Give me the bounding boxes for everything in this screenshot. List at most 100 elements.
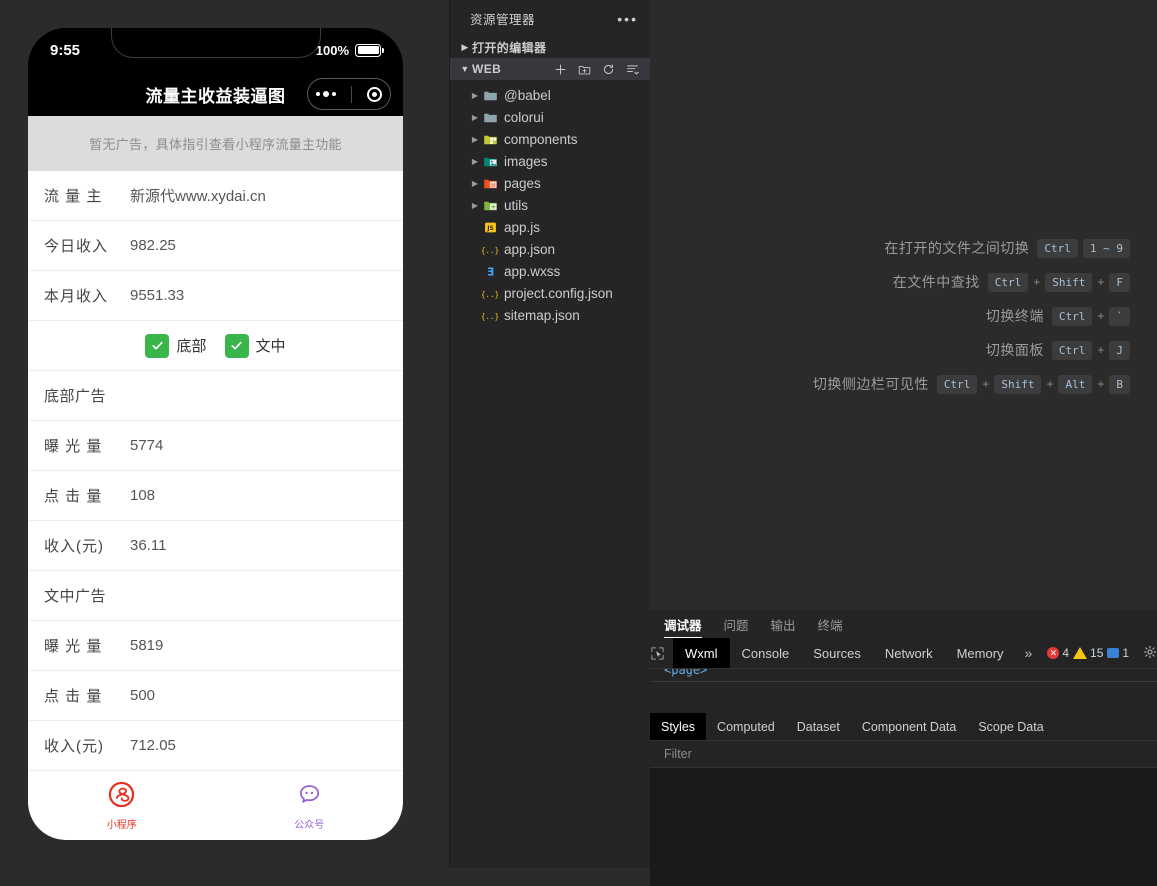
styles-tab-styles[interactable]: Styles [650, 713, 707, 740]
tab-terminal[interactable]: 终端 [818, 610, 843, 638]
tabbar-item-official-account[interactable]: 公众号 [216, 781, 404, 831]
wxml-root-node[interactable]: <page> [664, 669, 707, 677]
tab-output[interactable]: 输出 [771, 610, 796, 638]
tree-item-label: components [504, 131, 578, 147]
key-separator: + [1097, 343, 1105, 357]
status-badge-warnings[interactable]: 15 [1073, 646, 1103, 660]
collapse-all-icon[interactable] [626, 63, 639, 76]
ellipsis-icon[interactable]: ••• [617, 11, 638, 27]
table-row: 点 击 量 108 [28, 471, 403, 521]
wxml-tree-pane[interactable]: <page> [650, 669, 1157, 713]
chevron-right-icon: ▶ [471, 134, 479, 144]
shortcut-keys: Ctrl + Shift + F [987, 272, 1130, 292]
target-circle-icon[interactable] [367, 86, 383, 102]
inspect-element-icon[interactable] [650, 638, 665, 668]
tabbar-item-mini-program[interactable]: 小程序 [28, 781, 216, 831]
tree-item-sitemap-json[interactable]: {..} sitemap.json [450, 304, 650, 326]
more-dots-icon[interactable] [315, 91, 336, 97]
status-badge-messages[interactable]: 1 [1107, 646, 1129, 660]
shortcut-label: 在文件中查找 [892, 274, 980, 290]
styles-tab-dataset[interactable]: Dataset [786, 713, 851, 740]
tree-item-app-json[interactable]: {..} app.json [450, 238, 650, 260]
chevron-double-right-icon[interactable]: » [1016, 645, 1042, 661]
tree-item-project-config-json[interactable]: {..} project.config.json [450, 282, 650, 304]
tree-item-label: app.wxss [504, 263, 561, 279]
tree-item-babel[interactable]: ▶ @babel [450, 84, 650, 106]
row-value: 新源代www.xydai.cn [130, 188, 266, 205]
capsule-button[interactable] [307, 78, 391, 110]
official-account-icon [296, 781, 323, 813]
css-file-icon: Ǝ [482, 264, 498, 279]
tree-item-label: @babel [504, 87, 551, 103]
shortcut-keys: Ctrl + J [1051, 340, 1130, 360]
tab-debugger[interactable]: 调试器 [664, 610, 702, 638]
filter-placeholder-label: Filter [664, 747, 692, 761]
row-label: 收入(元) [44, 538, 104, 555]
table-row: 流 量 主 新源代www.xydai.cn [28, 171, 403, 221]
chevron-right-icon: ▶ [471, 156, 479, 166]
devtools-tab-memory[interactable]: Memory [945, 638, 1016, 668]
styles-content-area [650, 768, 1157, 886]
table-row: 收入(元) 36.11 [28, 521, 403, 571]
row-value: 5819 [130, 637, 164, 654]
tree-item-app-wxss[interactable]: Ǝ app.wxss [450, 260, 650, 282]
section-open-editors[interactable]: ▶ 打开的编辑器 [450, 36, 650, 58]
shortcut-label: 切换终端 [985, 308, 1044, 324]
checkbox-bottom-ad[interactable]: 底部 [145, 333, 207, 358]
key-separator: + [982, 377, 990, 391]
status-badge-errors[interactable]: ✕ 4 [1047, 646, 1069, 660]
new-folder-icon[interactable] [578, 63, 591, 76]
gear-icon[interactable] [1143, 645, 1157, 662]
json-file-icon: {..} [482, 308, 498, 323]
section-project-web[interactable]: ▼ WEB [450, 58, 650, 80]
new-file-icon[interactable] [554, 63, 567, 76]
refresh-icon[interactable] [602, 63, 615, 76]
svg-text:JS: JS [486, 225, 493, 231]
devtools-tab-console[interactable]: Console [730, 638, 802, 668]
devtools-tab-bar: Wxml Console Sources Network Memory » ✕ … [650, 638, 1157, 669]
key-separator: + [1097, 309, 1105, 323]
row-label: 点 击 量 [44, 688, 103, 705]
table-row: 本月收入 9551.33 [28, 271, 403, 321]
section-header-inline-ad: 文中广告 [28, 571, 403, 621]
tree-item-colorui[interactable]: ▶ colorui [450, 106, 650, 128]
styles-tab-computed[interactable]: Computed [706, 713, 786, 740]
devtools-tab-sources[interactable]: Sources [801, 638, 873, 668]
shortcut-toggle-panel: 切换面板 Ctrl + J [650, 340, 1130, 360]
tree-item-label: utils [504, 197, 529, 213]
styles-tab-bar: Styles Computed Dataset Component Data S… [650, 713, 1157, 741]
tree-item-utils[interactable]: ▶ utils [450, 194, 650, 216]
key-cap: Shift [1045, 272, 1093, 292]
app-window: 9:55 100% 流量主收益装逼图 暂无广告，具体指引查看小程序流量主功能 流… [0, 0, 1157, 886]
devtools-tab-wxml[interactable]: Wxml [673, 638, 730, 668]
tree-item-images[interactable]: ▶ images [450, 150, 650, 172]
row-value: 5774 [130, 437, 164, 454]
table-row: 今日收入 982.25 [28, 221, 403, 271]
page-content: 流 量 主 新源代www.xydai.cn 今日收入 982.25 本月收入 9… [28, 171, 403, 840]
mini-program-icon [108, 781, 135, 813]
folder-images-icon [482, 154, 498, 169]
file-tree: ▶ @babel ▶ colorui ▶ components ▶ images… [450, 80, 650, 326]
key-cap: F [1109, 272, 1130, 292]
tree-item-pages[interactable]: ▶ pages [450, 172, 650, 194]
styles-tab-component-data[interactable]: Component Data [851, 713, 968, 740]
checkbox-inline-ad[interactable]: 文中 [224, 333, 286, 358]
tree-item-app-js[interactable]: JS app.js [450, 216, 650, 238]
styles-tab-scope-data[interactable]: Scope Data [967, 713, 1054, 740]
styles-filter-input[interactable]: Filter [650, 741, 1157, 768]
key-cap: Ctrl [1051, 306, 1093, 326]
row-value: 982.25 [130, 237, 176, 254]
error-icon: ✕ [1047, 647, 1060, 659]
tree-item-components[interactable]: ▶ components [450, 128, 650, 150]
devtools-tab-network[interactable]: Network [873, 638, 945, 668]
row-label: 收入(元) [44, 738, 104, 755]
tab-problems[interactable]: 问题 [724, 610, 749, 638]
key-cap: Ctrl [1051, 340, 1093, 360]
row-label: 曝 光 量 [44, 438, 103, 455]
chevron-right-icon: ▶ [471, 112, 479, 122]
table-row: 点 击 量 500 [28, 671, 403, 721]
issue-badges: ✕ 4 15 1 [1047, 646, 1129, 660]
row-label: 点 击 量 [44, 488, 103, 505]
status-bar-time: 9:55 [50, 41, 81, 59]
error-count: 4 [1062, 646, 1070, 660]
